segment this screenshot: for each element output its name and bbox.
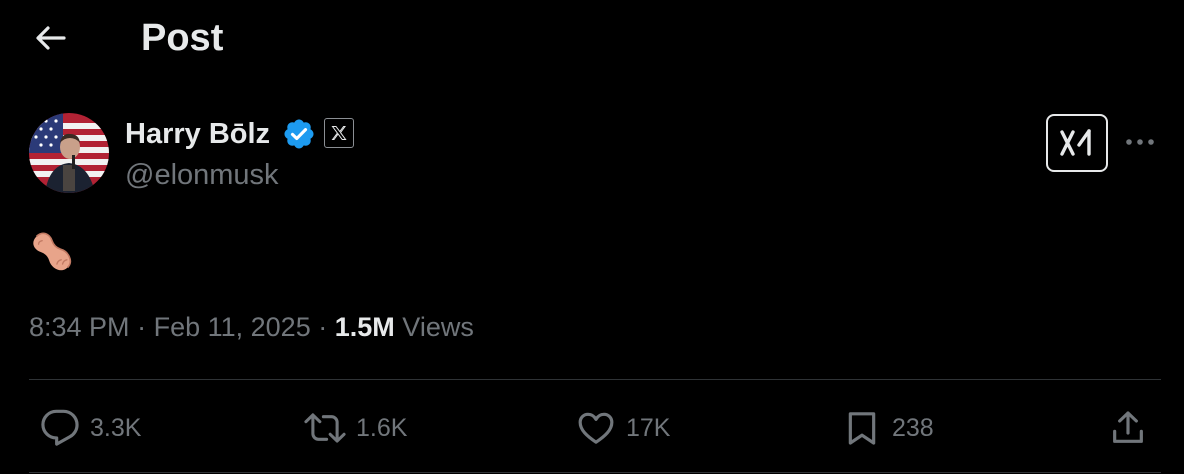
reply-count: 3.3K xyxy=(90,414,142,442)
meta-separator: · xyxy=(137,312,147,342)
arrow-left-icon xyxy=(36,26,66,50)
back-button[interactable] xyxy=(28,18,72,58)
reply-button[interactable]: 3.3K xyxy=(40,404,141,452)
bookmark-count: 238 xyxy=(892,414,934,442)
repost-icon xyxy=(304,413,346,443)
like-button[interactable]: 17K xyxy=(576,404,670,452)
share-button[interactable] xyxy=(1108,404,1148,452)
bookmark-icon xyxy=(848,412,876,445)
repost-button[interactable]: 1.6K xyxy=(304,404,407,452)
heart-icon xyxy=(578,412,614,444)
divider xyxy=(29,379,1161,380)
peanut-emoji-icon xyxy=(29,228,75,276)
page-title: Post xyxy=(141,17,224,59)
divider xyxy=(29,472,1161,473)
post-page: Post Harry Bōlz @elonmusk 8:34 PM · Feb … xyxy=(0,0,1184,474)
more-horizontal-icon xyxy=(1126,139,1154,145)
display-name[interactable]: Harry Bōlz xyxy=(125,114,270,154)
reply-icon xyxy=(41,409,79,446)
grok-logo-icon xyxy=(1060,129,1091,156)
views-count: 1.5M xyxy=(334,312,395,342)
post-time[interactable]: 8:34 PM xyxy=(29,312,130,342)
more-options-button[interactable] xyxy=(1120,124,1160,160)
like-count: 17K xyxy=(626,414,671,442)
user-handle[interactable]: @elonmusk xyxy=(125,155,279,195)
share-icon xyxy=(1113,411,1143,443)
post-date[interactable]: Feb 11, 2025 xyxy=(154,312,311,342)
affiliate-badge[interactable] xyxy=(324,118,354,148)
verified-badge-icon[interactable] xyxy=(282,117,316,151)
repost-count: 1.6K xyxy=(356,414,408,442)
bookmark-button[interactable]: 238 xyxy=(842,404,934,452)
avatar[interactable] xyxy=(29,113,109,193)
post-meta: 8:34 PM · Feb 11, 2025 · 1.5M Views xyxy=(29,308,474,346)
meta-separator: · xyxy=(318,312,328,342)
x-logo-icon xyxy=(331,126,347,140)
avatar-image xyxy=(29,113,109,193)
views-label: Views xyxy=(402,312,474,342)
grok-button[interactable] xyxy=(1046,114,1108,172)
